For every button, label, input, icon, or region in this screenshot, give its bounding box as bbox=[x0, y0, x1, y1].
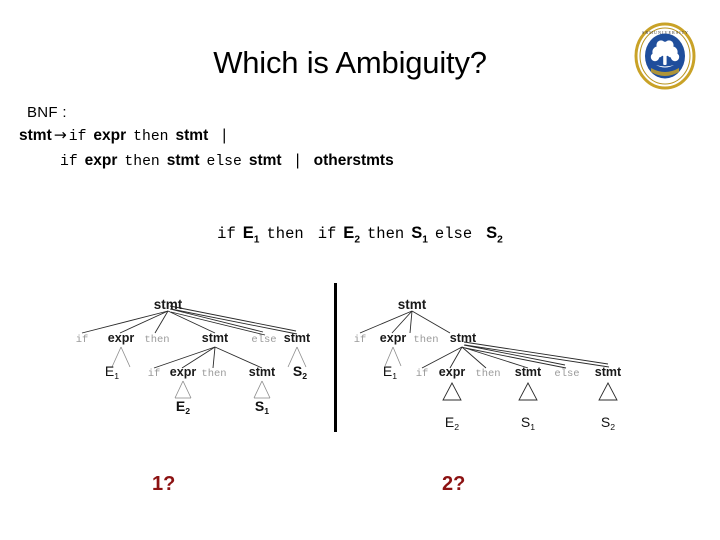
svg-text:S R M U N I V E R S I T Y: S R M U N I V E R S I T Y bbox=[642, 30, 688, 35]
left-tree-r2-E1: E1 bbox=[105, 363, 119, 381]
right-tree-r2-expr: expr bbox=[439, 365, 466, 379]
left-tree-r2-if: if bbox=[148, 368, 161, 380]
sentential-then-2: then bbox=[367, 225, 405, 243]
bnf-alternation-bar: | bbox=[222, 127, 227, 145]
bnf-nonterminal-stmt-2a: stmt bbox=[166, 152, 200, 170]
left-tree-r2-stmt: stmt bbox=[249, 365, 276, 379]
bnf-production-line-1: stmt → if expr then stmt | bbox=[19, 123, 620, 149]
right-tree-r1-expr: expr bbox=[380, 331, 407, 345]
left-tree-r3-E2: E2 bbox=[176, 398, 190, 416]
bnf-lhs-stmt: stmt bbox=[19, 127, 52, 145]
bnf-terminal-then-2: then bbox=[124, 154, 160, 171]
right-tree-r2-stmt2: stmt bbox=[595, 365, 622, 379]
left-tree-r2-then: then bbox=[201, 368, 226, 380]
left-tree-r1-else: else bbox=[251, 334, 276, 346]
right-tree-r2-else: else bbox=[554, 368, 579, 380]
sentential-S1: S1 bbox=[411, 224, 428, 246]
parse-trees-area: stmt if expr then stmt else stmt E1 if e… bbox=[0, 275, 720, 455]
sentential-if-1: if bbox=[217, 225, 236, 243]
bnf-nonterminal-otherstmts: otherstmts bbox=[313, 152, 394, 170]
bnf-nonterminal-expr-2: expr bbox=[84, 152, 118, 170]
left-tree-r3-S1: S1 bbox=[255, 398, 269, 416]
right-tree-r2-stmt: stmt bbox=[515, 365, 542, 379]
bnf-production-line-2: if expr then stmt else stmt | otherstmts bbox=[60, 149, 620, 174]
page-title: Which is Ambiguity? bbox=[213, 45, 487, 80]
sentential-then-1: then bbox=[266, 225, 304, 243]
bnf-grammar-block: BNF : stmt → if expr then stmt | if expr then stm… bbox=[0, 103, 620, 174]
sentential-S2: S2 bbox=[486, 224, 503, 246]
right-tree-r2-then: then bbox=[475, 368, 500, 380]
sentential-form-line: if E1 then if E2 then S1 else S2 bbox=[0, 224, 720, 245]
caption-right-2: 2? bbox=[442, 473, 466, 495]
right-tree-r3-E2: E2 bbox=[445, 414, 459, 432]
sentential-E1: E1 bbox=[242, 224, 260, 246]
right-tree-r2-E1: E1 bbox=[383, 363, 397, 381]
left-tree-r1-expr: expr bbox=[108, 331, 135, 345]
left-tree-r1-if: if bbox=[76, 334, 89, 346]
parse-tree-right: stmt if expr then stmt E1 if expr then s… bbox=[354, 297, 622, 432]
caption-left-1: 1? bbox=[152, 473, 176, 495]
parse-tree-left: stmt if expr then stmt else stmt E1 if e… bbox=[76, 297, 311, 416]
left-tree-r1-stmt: stmt bbox=[202, 331, 229, 345]
left-tree-r1-then: then bbox=[144, 334, 169, 346]
bnf-label: BNF : bbox=[27, 104, 67, 121]
left-tree-r2-expr: expr bbox=[170, 365, 197, 379]
left-tree-root-stmt: stmt bbox=[154, 297, 183, 312]
bnf-terminal-if-2: if bbox=[60, 154, 78, 171]
right-tree-r2-if: if bbox=[416, 368, 429, 380]
bnf-nonterminal-stmt: stmt bbox=[175, 127, 209, 145]
right-tree-r3-S1: S1 bbox=[521, 414, 535, 432]
bnf-terminal-then: then bbox=[133, 129, 169, 146]
bnf-nonterminal-stmt-2b: stmt bbox=[248, 152, 282, 170]
right-tree-r1-stmt: stmt bbox=[450, 331, 477, 345]
sentential-else: else bbox=[434, 225, 473, 243]
bnf-nonterminal-expr: expr bbox=[93, 127, 127, 145]
left-tree-r1-stmt2: stmt bbox=[284, 331, 311, 345]
bnf-alternation-bar-2: | bbox=[295, 152, 300, 170]
right-tree-r3-S2: S2 bbox=[601, 414, 615, 432]
bnf-terminal-else: else bbox=[206, 154, 242, 171]
right-tree-r1-if: if bbox=[354, 334, 367, 346]
sentential-E2: E2 bbox=[343, 224, 360, 246]
srm-university-seal-icon: S R M U N I V E R S I T Y bbox=[634, 22, 696, 90]
right-tree-root-stmt: stmt bbox=[398, 297, 427, 312]
sentential-if-2: if bbox=[317, 225, 337, 243]
bnf-arrow-icon: → bbox=[53, 126, 67, 145]
right-tree-r1-then: then bbox=[413, 334, 438, 346]
bnf-terminal-if: if bbox=[68, 129, 87, 146]
